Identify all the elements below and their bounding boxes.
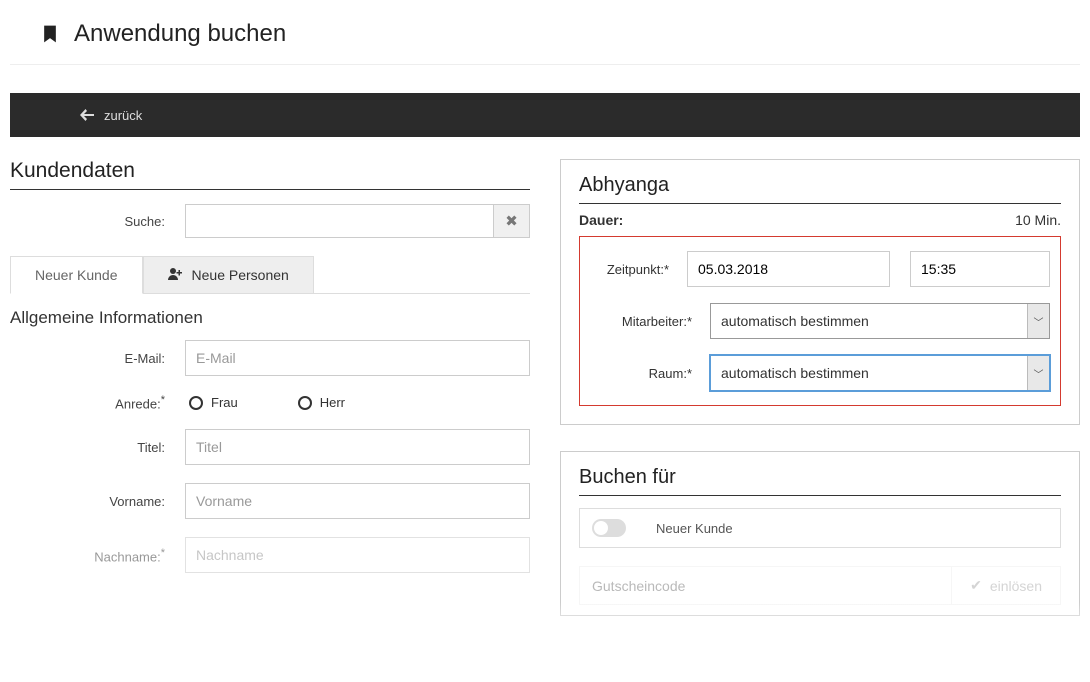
zeitpunkt-date-input[interactable] xyxy=(687,251,890,287)
mitarbeiter-value: automatisch bestimmen xyxy=(711,304,1027,338)
back-bar[interactable]: zurück xyxy=(10,93,1080,137)
clear-search-button[interactable]: ✖ xyxy=(493,205,529,237)
duration-label: Dauer: xyxy=(579,212,623,228)
treatment-title: Abhyanga xyxy=(579,174,1061,204)
page-header: Anwendung buchen xyxy=(10,0,1080,65)
vorname-input[interactable] xyxy=(185,483,530,519)
titel-label: Titel: xyxy=(10,440,185,455)
email-label: E-Mail: xyxy=(10,351,185,366)
tab-new-persons-label: Neue Personen xyxy=(192,267,289,283)
search-label: Suche: xyxy=(10,214,185,229)
email-row: E-Mail: xyxy=(10,340,530,376)
tab-new-persons[interactable]: Neue Personen xyxy=(143,256,314,293)
bookmark-icon xyxy=(40,23,60,45)
treatment-panel: Abhyanga Dauer: 10 Min. Zeitpunkt:* Mita… xyxy=(560,159,1080,425)
mitarbeiter-row: Mitarbeiter:* automatisch bestimmen ﹀ xyxy=(580,303,1050,339)
mitarbeiter-select[interactable]: automatisch bestimmen ﹀ xyxy=(710,303,1050,339)
radio-frau-label: Frau xyxy=(211,395,238,410)
voucher-row: ✔ einlösen xyxy=(579,566,1061,605)
email-input[interactable] xyxy=(185,340,530,376)
raum-label: Raum:* xyxy=(580,366,710,381)
new-customer-toggle[interactable] xyxy=(592,519,626,537)
back-label: zurück xyxy=(104,108,142,123)
chevron-down-icon: ﹀ xyxy=(1027,356,1049,390)
close-icon: ✖ xyxy=(505,212,518,230)
search-row: Suche: ✖ xyxy=(10,204,530,238)
vorname-row: Vorname: xyxy=(10,483,530,519)
radio-icon xyxy=(189,396,203,410)
raum-row: Raum:* automatisch bestimmen ﹀ xyxy=(580,355,1050,391)
salutation-label: Anrede:* xyxy=(10,394,185,411)
tab-new-customer-label: Neuer Kunde xyxy=(35,267,118,283)
titel-input[interactable] xyxy=(185,429,530,465)
voucher-input[interactable] xyxy=(580,567,951,604)
booking-column: Abhyanga Dauer: 10 Min. Zeitpunkt:* Mita… xyxy=(560,159,1080,642)
radio-herr-label: Herr xyxy=(320,395,345,410)
search-field-wrap: ✖ xyxy=(185,204,530,238)
toggle-knob xyxy=(594,521,608,535)
nachname-input[interactable] xyxy=(185,537,530,573)
search-input[interactable] xyxy=(186,205,493,237)
customer-data-column: Kundendaten Suche: ✖ Neuer Kunde Neue Pe… xyxy=(10,159,530,642)
chevron-down-icon: ﹀ xyxy=(1027,304,1049,338)
nachname-row: Nachname:* xyxy=(10,537,530,573)
radio-frau[interactable]: Frau xyxy=(189,395,238,410)
radio-icon xyxy=(298,396,312,410)
tab-new-customer[interactable]: Neuer Kunde xyxy=(10,256,143,294)
raum-select[interactable]: automatisch bestimmen ﹀ xyxy=(710,355,1050,391)
book-for-panel: Buchen für Neuer Kunde ✔ einlösen xyxy=(560,451,1080,616)
arrow-left-icon xyxy=(80,109,94,121)
duration-row: Dauer: 10 Min. xyxy=(579,212,1061,228)
redeem-button[interactable]: ✔ einlösen xyxy=(951,567,1060,604)
user-plus-icon xyxy=(168,267,184,283)
duration-value: 10 Min. xyxy=(1015,212,1061,228)
customer-tabs: Neuer Kunde Neue Personen xyxy=(10,256,530,294)
redeem-label: einlösen xyxy=(990,578,1042,594)
raum-value: automatisch bestimmen xyxy=(711,356,1027,390)
book-for-heading: Buchen für xyxy=(579,466,1061,496)
book-for-toggle-label: Neuer Kunde xyxy=(656,521,733,536)
booking-details-box: Zeitpunkt:* Mitarbeiter:* automatisch be… xyxy=(579,236,1061,406)
general-info-heading: Allgemeine Informationen xyxy=(10,308,530,328)
mitarbeiter-label: Mitarbeiter:* xyxy=(580,314,710,329)
customer-data-heading: Kundendaten xyxy=(10,159,530,190)
check-icon: ✔ xyxy=(970,577,982,594)
zeitpunkt-label: Zeitpunkt:* xyxy=(580,262,687,277)
vorname-label: Vorname: xyxy=(10,494,185,509)
zeitpunkt-row: Zeitpunkt:* xyxy=(580,251,1050,287)
nachname-label: Nachname:* xyxy=(10,547,185,564)
book-for-toggle-row: Neuer Kunde xyxy=(579,508,1061,548)
salutation-row: Anrede:* Frau Herr xyxy=(10,394,530,411)
page-title: Anwendung buchen xyxy=(74,20,286,48)
radio-herr[interactable]: Herr xyxy=(298,395,345,410)
titel-row: Titel: xyxy=(10,429,530,465)
zeitpunkt-time-input[interactable] xyxy=(910,251,1050,287)
